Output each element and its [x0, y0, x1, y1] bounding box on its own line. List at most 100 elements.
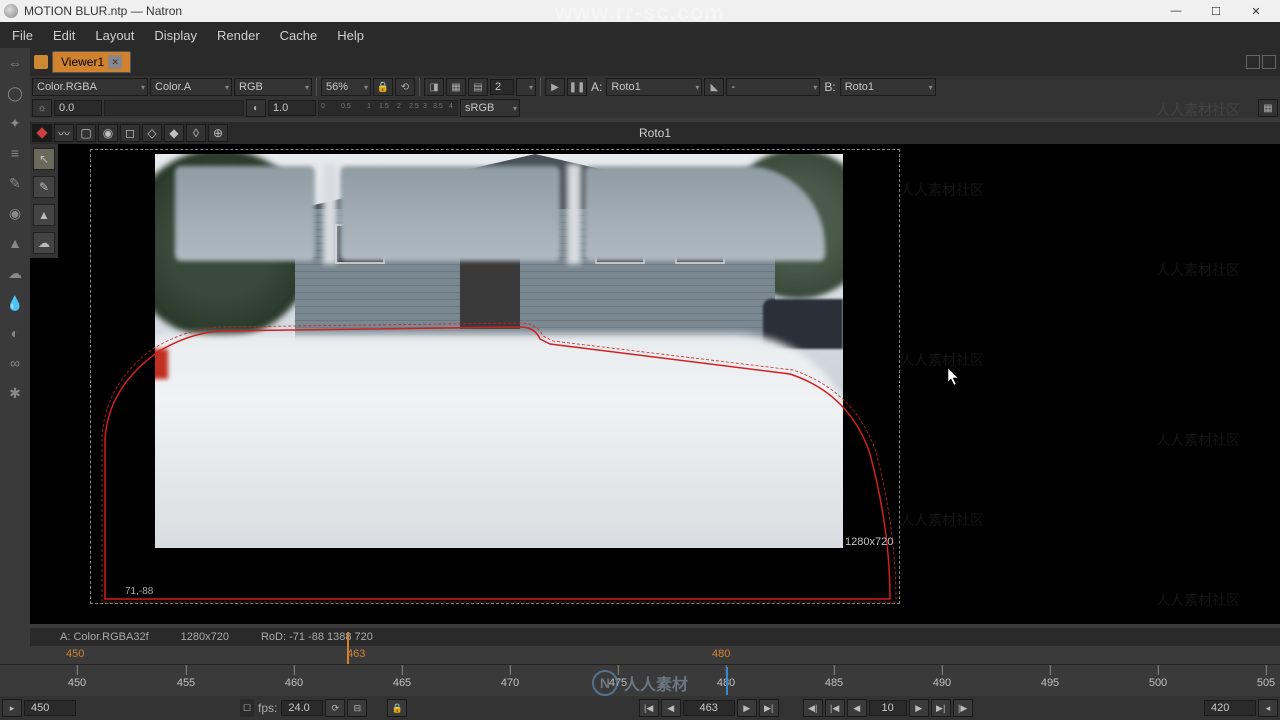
clip-toggle-icon[interactable]: ◨ [424, 78, 444, 96]
b-input-label: B: [822, 80, 837, 94]
roto-ellipse-tool-icon[interactable]: ▲ [33, 204, 55, 226]
end-frame-field[interactable]: 420 [1204, 700, 1256, 716]
start-frame-field[interactable]: 450 [24, 700, 76, 716]
lock-zoom-icon[interactable]: 🔒 [373, 78, 393, 96]
gamma-slider[interactable]: 0 0.5 1 1.5 2 2.5 3 3.5 4 [318, 100, 458, 116]
info-res: 1280x720 [181, 631, 229, 643]
tool-lines-icon[interactable]: ≡ [4, 142, 26, 164]
menu-cache[interactable]: Cache [272, 24, 326, 47]
menu-file[interactable]: File [4, 24, 41, 47]
a-toggle-icon[interactable]: ◣ [704, 78, 724, 96]
roto-select-tool-icon[interactable]: ↖ [33, 148, 55, 170]
next-incr-icon[interactable]: ▶| [931, 699, 951, 717]
tool-link-icon[interactable]: ∞ [4, 352, 26, 374]
play-mode-icon[interactable]: ⟳ [325, 699, 345, 717]
viewer-tab[interactable]: Viewer1 ✕ [52, 51, 131, 73]
roto-smooth-icon[interactable]: ⊕ [208, 124, 228, 142]
timeline-tick: 465 [393, 677, 411, 689]
sync-viewer-icon[interactable]: ⟲ [395, 78, 415, 96]
close-pane-icon[interactable] [1262, 55, 1276, 69]
play-reverse-icon[interactable]: ◀ [661, 699, 681, 717]
timeline-ruler[interactable]: 450455460465470475480485490495500505 [0, 664, 1280, 694]
prev-key-icon[interactable]: ◀| [803, 699, 823, 717]
first-frame-icon[interactable]: |◀ [639, 699, 659, 717]
tool-transform-icon[interactable]: ⇔ [4, 52, 26, 74]
tool-paint-icon[interactable]: ✦ [4, 112, 26, 134]
step-field[interactable]: 10 [869, 700, 907, 716]
gamma-field[interactable]: 1.0 [268, 100, 316, 116]
step-back-icon[interactable]: ◀ [847, 699, 867, 717]
tool-brush-icon[interactable]: ◉ [4, 202, 26, 224]
roto-ripple-icon[interactable]: ◻ [120, 124, 140, 142]
tool-sidebar: ⇔ ◯ ✦ ≡ ✎ ◉ ▲ ☁ 💧 ◐ ∞ ✱ [0, 48, 30, 448]
roto-clone-tool-icon[interactable]: ☁ [33, 232, 55, 254]
pause-render-icon[interactable]: ❚❚ [567, 78, 587, 96]
blend-dropdown[interactable]: - [726, 78, 820, 96]
roto-bezier-tool-icon[interactable]: ✎ [33, 176, 55, 198]
window-close[interactable]: ✕ [1236, 0, 1276, 22]
gain-icon[interactable]: ☼ [32, 99, 52, 117]
b-input-dropdown[interactable]: Roto1 [840, 78, 936, 96]
tab-close-icon[interactable]: ✕ [108, 55, 122, 69]
menu-help[interactable]: Help [329, 24, 372, 47]
next-key-icon[interactable]: |▶ [953, 699, 973, 717]
roto-feather-icon[interactable]: 〰 [54, 124, 74, 142]
lut-dropdown[interactable]: sRGB [460, 99, 520, 117]
fullframe-toggle-icon[interactable]: ▦ [446, 78, 466, 96]
tool-smudge-icon[interactable]: ☁ [4, 262, 26, 284]
roto-sticky-icon[interactable]: ◉ [98, 124, 118, 142]
roto-bbox-icon[interactable]: ▢ [76, 124, 96, 142]
zoom-dropdown[interactable]: 56% [321, 78, 371, 96]
tool-pen-icon[interactable]: ✎ [4, 172, 26, 194]
render-refresh-icon[interactable]: ▶ [545, 78, 565, 96]
fps-lock-icon[interactable]: ☐ [240, 699, 254, 717]
menu-render[interactable]: Render [209, 24, 268, 47]
fps-field[interactable]: 24.0 [281, 700, 323, 716]
gamma-icon[interactable]: ◐ [246, 99, 266, 117]
timeline-tick: 495 [1041, 677, 1059, 689]
viewer-canvas[interactable]: Main Bar Cafe 627 West 3rd Avenue 1280x7… [30, 144, 1280, 624]
current-frame-field[interactable]: 463 [683, 700, 735, 716]
channels-dropdown[interactable]: RGB [234, 78, 312, 96]
goto-end-icon[interactable]: ◂ [1258, 699, 1278, 717]
menu-layout[interactable]: Layout [87, 24, 142, 47]
goto-start-icon[interactable]: ▸ [2, 699, 22, 717]
proxy-dropdown[interactable] [516, 78, 536, 96]
tool-drop-icon[interactable]: 💧 [4, 292, 26, 314]
layer-dropdown[interactable]: Color.RGBA [32, 78, 148, 96]
menu-display[interactable]: Display [146, 24, 205, 47]
tab-handle-icon[interactable] [34, 55, 48, 69]
prev-incr-icon[interactable]: |◀ [825, 699, 845, 717]
play-forward-icon[interactable]: ▶ [737, 699, 757, 717]
timeline-keys[interactable]: 450 463 480 [0, 648, 1280, 664]
checker-toggle-icon[interactable]: ▦ [1258, 99, 1278, 117]
play-stop-icon[interactable]: ⊟ [347, 699, 367, 717]
timeline-keyframe[interactable]: 450 [66, 648, 84, 660]
step-fwd-icon[interactable]: ▶ [909, 699, 929, 717]
tool-circle-icon[interactable]: ◯ [4, 82, 26, 104]
proxy-level[interactable]: 2 [490, 79, 514, 95]
window-minimize[interactable]: — [1156, 0, 1196, 22]
roto-removepoint-icon[interactable]: ◆ [164, 124, 184, 142]
frame-lock-icon[interactable]: 🔒 [387, 699, 407, 717]
tool-star-icon[interactable]: ✱ [4, 382, 26, 404]
timeline-tick: 485 [825, 677, 843, 689]
gain-slider[interactable] [104, 100, 244, 116]
roto-autokey-icon[interactable] [32, 124, 52, 142]
tool-shape-icon[interactable]: ▲ [4, 232, 26, 254]
float-pane-icon[interactable] [1246, 55, 1260, 69]
timeline-keyframe[interactable]: 480 [712, 648, 730, 660]
proxy-toggle-icon[interactable]: ▤ [468, 78, 488, 96]
alpha-dropdown[interactable]: Color.A [150, 78, 232, 96]
tool-color-icon[interactable]: ◐ [4, 322, 26, 344]
roto-cusp-icon[interactable]: ◊ [186, 124, 206, 142]
viewer-toolbar-1: Color.RGBA Color.A RGB 56% 🔒 ⟲ ◨ ▦ ▤ 2 ▶… [30, 76, 1280, 98]
timeline-keyframe[interactable]: 463 [347, 648, 365, 660]
a-input-dropdown[interactable]: Roto1 [606, 78, 702, 96]
gain-field[interactable]: 0.0 [54, 100, 102, 116]
roto-node-title: Roto1 [639, 126, 671, 140]
roto-addpoint-icon[interactable]: ◇ [142, 124, 162, 142]
window-maximize[interactable]: ☐ [1196, 0, 1236, 22]
last-frame-icon[interactable]: ▶| [759, 699, 779, 717]
menu-edit[interactable]: Edit [45, 24, 83, 47]
